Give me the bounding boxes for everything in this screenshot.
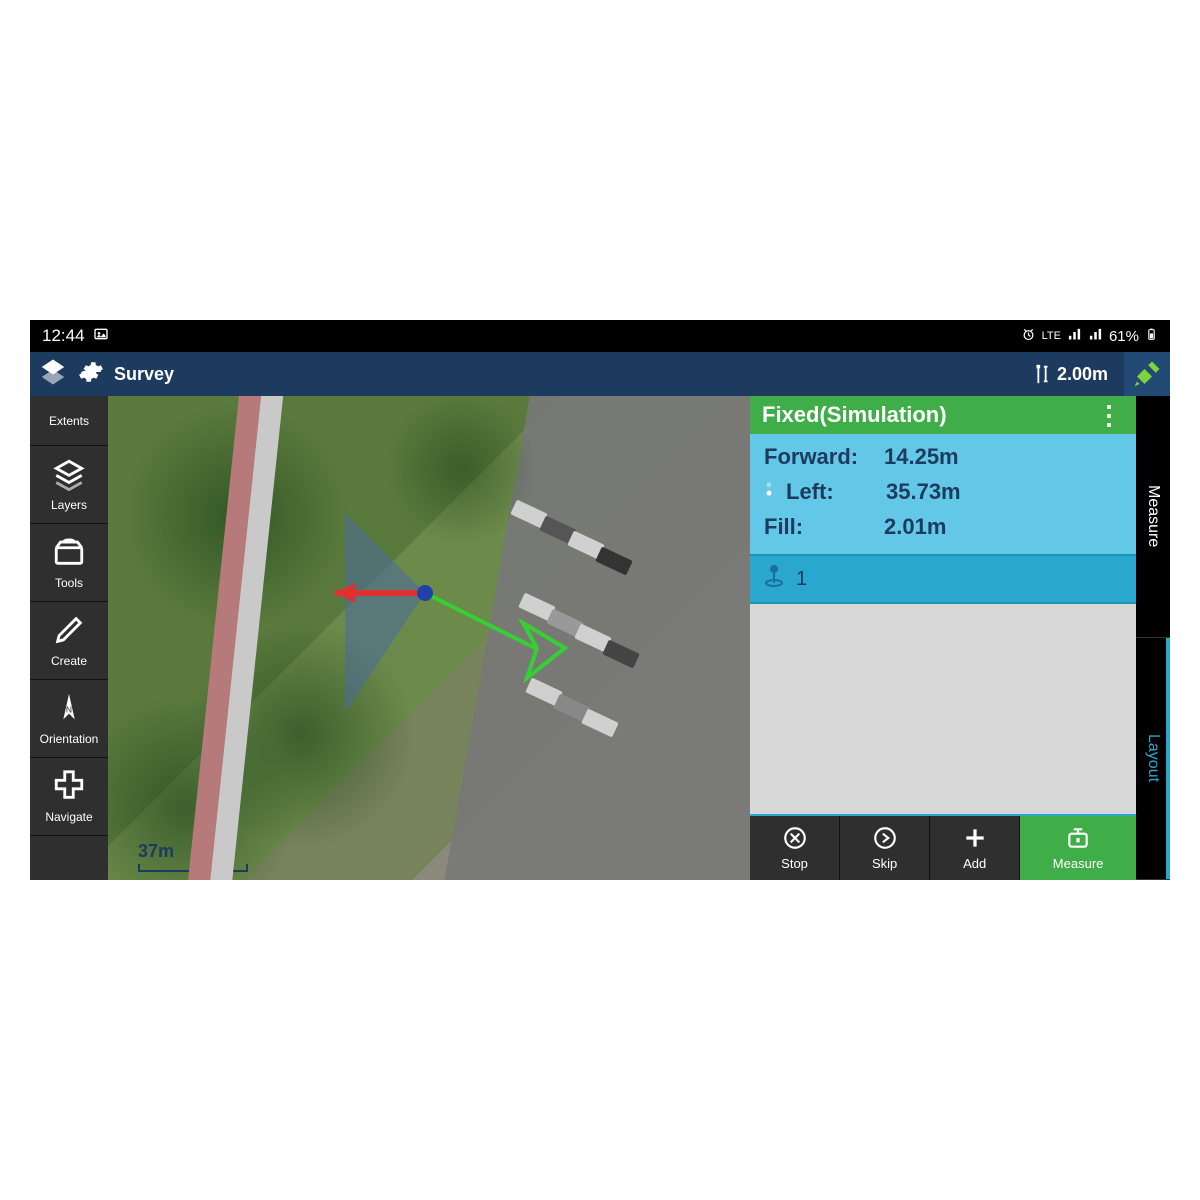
app-window: 12:44 LTE 61% Survey 2.00m [30, 320, 1170, 880]
point-id: 1 [796, 568, 807, 591]
toolbar-label: Navigate [45, 810, 92, 824]
pole-height: 2.00m [1057, 364, 1108, 385]
left-toolbar: Extents Layers Tools Create N Orientatio… [30, 396, 108, 880]
toolbar-label: Tools [55, 576, 83, 590]
action-label: Skip [872, 856, 897, 871]
app-logo-icon[interactable] [38, 357, 68, 392]
battery-icon [1145, 327, 1158, 346]
action-label: Add [963, 856, 986, 871]
gnss-status: Fixed(Simulation) [762, 402, 947, 428]
skip-button[interactable]: Skip [840, 816, 930, 880]
android-status-bar: 12:44 LTE 61% [30, 320, 1170, 352]
tools-button[interactable]: Tools [30, 524, 108, 602]
fill-label: Fill: [764, 514, 874, 540]
extents-button[interactable]: Extents [30, 396, 108, 446]
point-list-item[interactable]: 1 [750, 554, 1136, 604]
main-area: Extents Layers Tools Create N Orientatio… [30, 396, 1170, 880]
scale-label: 37m [138, 841, 174, 861]
tab-measure[interactable]: Measure [1136, 396, 1170, 638]
app-header: Survey 2.00m [30, 352, 1170, 396]
panel-actions: Stop Skip Add Measure [750, 814, 1136, 880]
map-scale: 37m [138, 841, 248, 872]
header-title: Survey [114, 364, 174, 385]
toolbar-label: Extents [49, 414, 89, 428]
layers-icon [52, 457, 86, 494]
stake-pin-icon [762, 564, 786, 594]
forward-value: 14.25m [884, 444, 959, 470]
left-value: 35.73m [886, 479, 961, 505]
dpad-icon [52, 769, 86, 806]
toolbar-label: Create [51, 654, 87, 668]
forward-label: Forward: [764, 444, 874, 470]
add-button[interactable]: Add [930, 816, 1020, 880]
status-time: 12:44 [42, 326, 85, 346]
signal-icon [1067, 327, 1082, 346]
toolbar-label: Layers [51, 498, 87, 512]
signal2-icon [1088, 327, 1103, 346]
radio-icon [764, 478, 776, 506]
panel-header: Fixed(Simulation) ⋮ [750, 396, 1136, 434]
chevron-circle-icon [872, 825, 898, 854]
left-label: Left: [786, 479, 876, 505]
fill-value: 2.01m [884, 514, 946, 540]
network-label: LTE [1042, 330, 1061, 342]
tab-label: Layout [1144, 734, 1162, 782]
measure-button[interactable]: Measure [1020, 816, 1136, 880]
alarm-icon [1021, 327, 1036, 346]
svg-text:N: N [66, 704, 72, 714]
toolbox-icon [52, 535, 86, 572]
direction-overlay [275, 483, 575, 743]
stop-button[interactable]: Stop [750, 816, 840, 880]
measure-icon [1065, 825, 1091, 854]
tab-layout[interactable]: Layout [1136, 638, 1170, 880]
action-label: Stop [781, 856, 808, 871]
orientation-button[interactable]: N Orientation [30, 680, 108, 758]
point-list-empty [750, 604, 1136, 814]
tab-label: Measure [1144, 485, 1162, 547]
layers-button[interactable]: Layers [30, 446, 108, 524]
map-view[interactable]: 37m [108, 396, 750, 880]
create-button[interactable]: Create [30, 602, 108, 680]
delta-values: Forward: 14.25m Left: 35.73m Fill: 2.01m [750, 434, 1136, 554]
battery-label: 61% [1109, 328, 1139, 345]
navigate-button[interactable]: Navigate [30, 758, 108, 836]
side-tabs: Measure Layout [1136, 396, 1170, 880]
toolbar-label: Orientation [40, 732, 99, 746]
satellite-status-icon[interactable] [1124, 352, 1170, 396]
compass-icon: N [52, 691, 86, 728]
pole-icon[interactable]: 2.00m [1031, 361, 1108, 387]
close-circle-icon [782, 825, 808, 854]
picture-icon [93, 326, 109, 347]
settings-icon[interactable] [78, 359, 104, 390]
stakeout-panel: Fixed(Simulation) ⋮ Forward: 14.25m Left… [750, 396, 1136, 880]
more-icon[interactable]: ⋮ [1096, 410, 1124, 420]
pencil-icon [52, 613, 86, 650]
right-panel-wrap: Fixed(Simulation) ⋮ Forward: 14.25m Left… [750, 396, 1170, 880]
action-label: Measure [1053, 856, 1104, 871]
plus-icon [962, 825, 988, 854]
